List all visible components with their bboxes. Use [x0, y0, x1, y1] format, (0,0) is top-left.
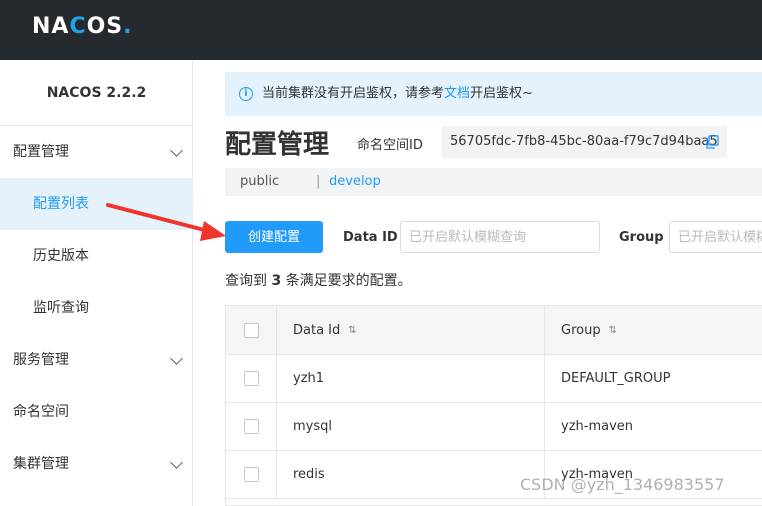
chevron-down-icon — [170, 456, 183, 469]
namespace-tabs: public | develop — [225, 168, 762, 196]
sidebar-item-label: 历史版本 — [33, 248, 89, 264]
row-data-id: yzh1 — [277, 355, 545, 402]
chevron-down-icon — [170, 144, 183, 157]
main-content: i 当前集群没有开启鉴权，请参考文档开启鉴权~ 配置管理 命名空间ID 5670… — [194, 60, 762, 506]
docs-link[interactable]: 文档 — [444, 86, 470, 101]
top-bar: NACOS. — [0, 0, 762, 60]
row-checkbox[interactable] — [243, 467, 259, 482]
row-data-id: mysql — [277, 403, 545, 450]
select-all-checkbox[interactable] — [243, 322, 259, 338]
data-id-input[interactable] — [400, 221, 600, 253]
csdn-watermark: CSDN @yzh_1346983557 — [520, 475, 725, 494]
row-group: DEFAULT_GROUP — [561, 371, 671, 386]
sidebar-item-label: 配置管理 — [13, 144, 69, 160]
row-check-cell — [226, 451, 277, 498]
result-count: 3 — [271, 273, 282, 289]
group-label: Group — [619, 230, 664, 245]
auth-notice: i 当前集群没有开启鉴权，请参考文档开启鉴权~ — [225, 72, 762, 116]
sort-icon[interactable]: ⇅ — [348, 325, 356, 336]
row-check-cell — [226, 403, 277, 450]
table-row: mysql yzh-maven — [226, 403, 762, 451]
group-input[interactable] — [669, 221, 762, 253]
sidebar-version: NACOS 2.2.2 — [0, 60, 193, 126]
table-header: Data Id ⇅ Group ⇅ — [226, 306, 762, 355]
notice-suffix: 开启鉴权~ — [470, 86, 533, 101]
result-prefix: 查询到 — [225, 273, 272, 289]
chevron-down-icon — [170, 352, 183, 365]
copy-icon[interactable] — [705, 135, 719, 149]
header-group[interactable]: Group ⇅ — [545, 306, 762, 354]
sidebar-item-label: 命名空间 — [13, 404, 69, 420]
page-title: 配置管理 — [225, 130, 330, 160]
data-id-label: Data ID — [343, 230, 398, 245]
column-label: Group — [561, 322, 601, 338]
sidebar-item-label: 服务管理 — [13, 352, 69, 368]
sort-icon[interactable]: ⇅ — [609, 325, 617, 336]
sidebar: NACOS 2.2.2 配置管理 配置列表 历史版本 监听查询 服务管理 命名空… — [0, 60, 193, 506]
row-data-id: redis — [277, 451, 545, 498]
row-group: yzh-maven — [561, 419, 634, 434]
result-summary: 查询到 3 条满足要求的配置。 — [225, 270, 412, 290]
namespace-label: 命名空间ID — [357, 138, 423, 153]
tab-develop[interactable]: develop — [329, 168, 381, 196]
sidebar-item-namespace[interactable]: 命名空间 — [0, 386, 193, 438]
table-row: yzh1 DEFAULT_GROUP — [226, 355, 762, 403]
create-config-button[interactable]: 创建配置 — [225, 221, 323, 253]
red-arrow-annotation — [106, 203, 226, 241]
logo-text-prefix: NA — [32, 14, 70, 39]
row-checkbox[interactable] — [243, 371, 259, 386]
result-suffix: 条满足要求的配置。 — [281, 273, 412, 289]
sidebar-item-listener-query[interactable]: 监听查询 — [0, 282, 193, 334]
row-check-cell — [226, 355, 277, 402]
logo-text-accent: C — [69, 14, 87, 39]
tab-public[interactable]: public — [240, 168, 279, 196]
logo-text-suffix: OS — [86, 14, 124, 39]
sidebar-item-config-management[interactable]: 配置管理 — [0, 126, 193, 178]
sidebar-item-service-management[interactable]: 服务管理 — [0, 334, 193, 386]
header-check-cell — [226, 306, 277, 354]
logo-dot: . — [123, 14, 133, 39]
row-checkbox[interactable] — [243, 419, 259, 434]
notice-prefix: 当前集群没有开启鉴权，请参考 — [262, 86, 445, 101]
tab-separator: | — [316, 174, 321, 189]
column-label: Data Id — [293, 322, 341, 338]
nacos-logo[interactable]: NACOS. — [32, 14, 133, 39]
sidebar-item-label: 集群管理 — [13, 456, 69, 472]
sidebar-item-label: 监听查询 — [33, 300, 89, 316]
sidebar-item-label: 配置列表 — [33, 196, 89, 212]
header-data-id[interactable]: Data Id ⇅ — [277, 306, 545, 354]
info-icon: i — [239, 87, 253, 101]
notice-text: 当前集群没有开启鉴权，请参考文档开启鉴权~ — [262, 72, 533, 116]
sidebar-item-cluster-management[interactable]: 集群管理 — [0, 438, 193, 490]
namespace-id-box: 56705fdc-7fb8-45bc-80aa-f79c7d94baa5 — [442, 126, 727, 158]
namespace-id: 56705fdc-7fb8-45bc-80aa-f79c7d94baa5 — [450, 134, 718, 149]
